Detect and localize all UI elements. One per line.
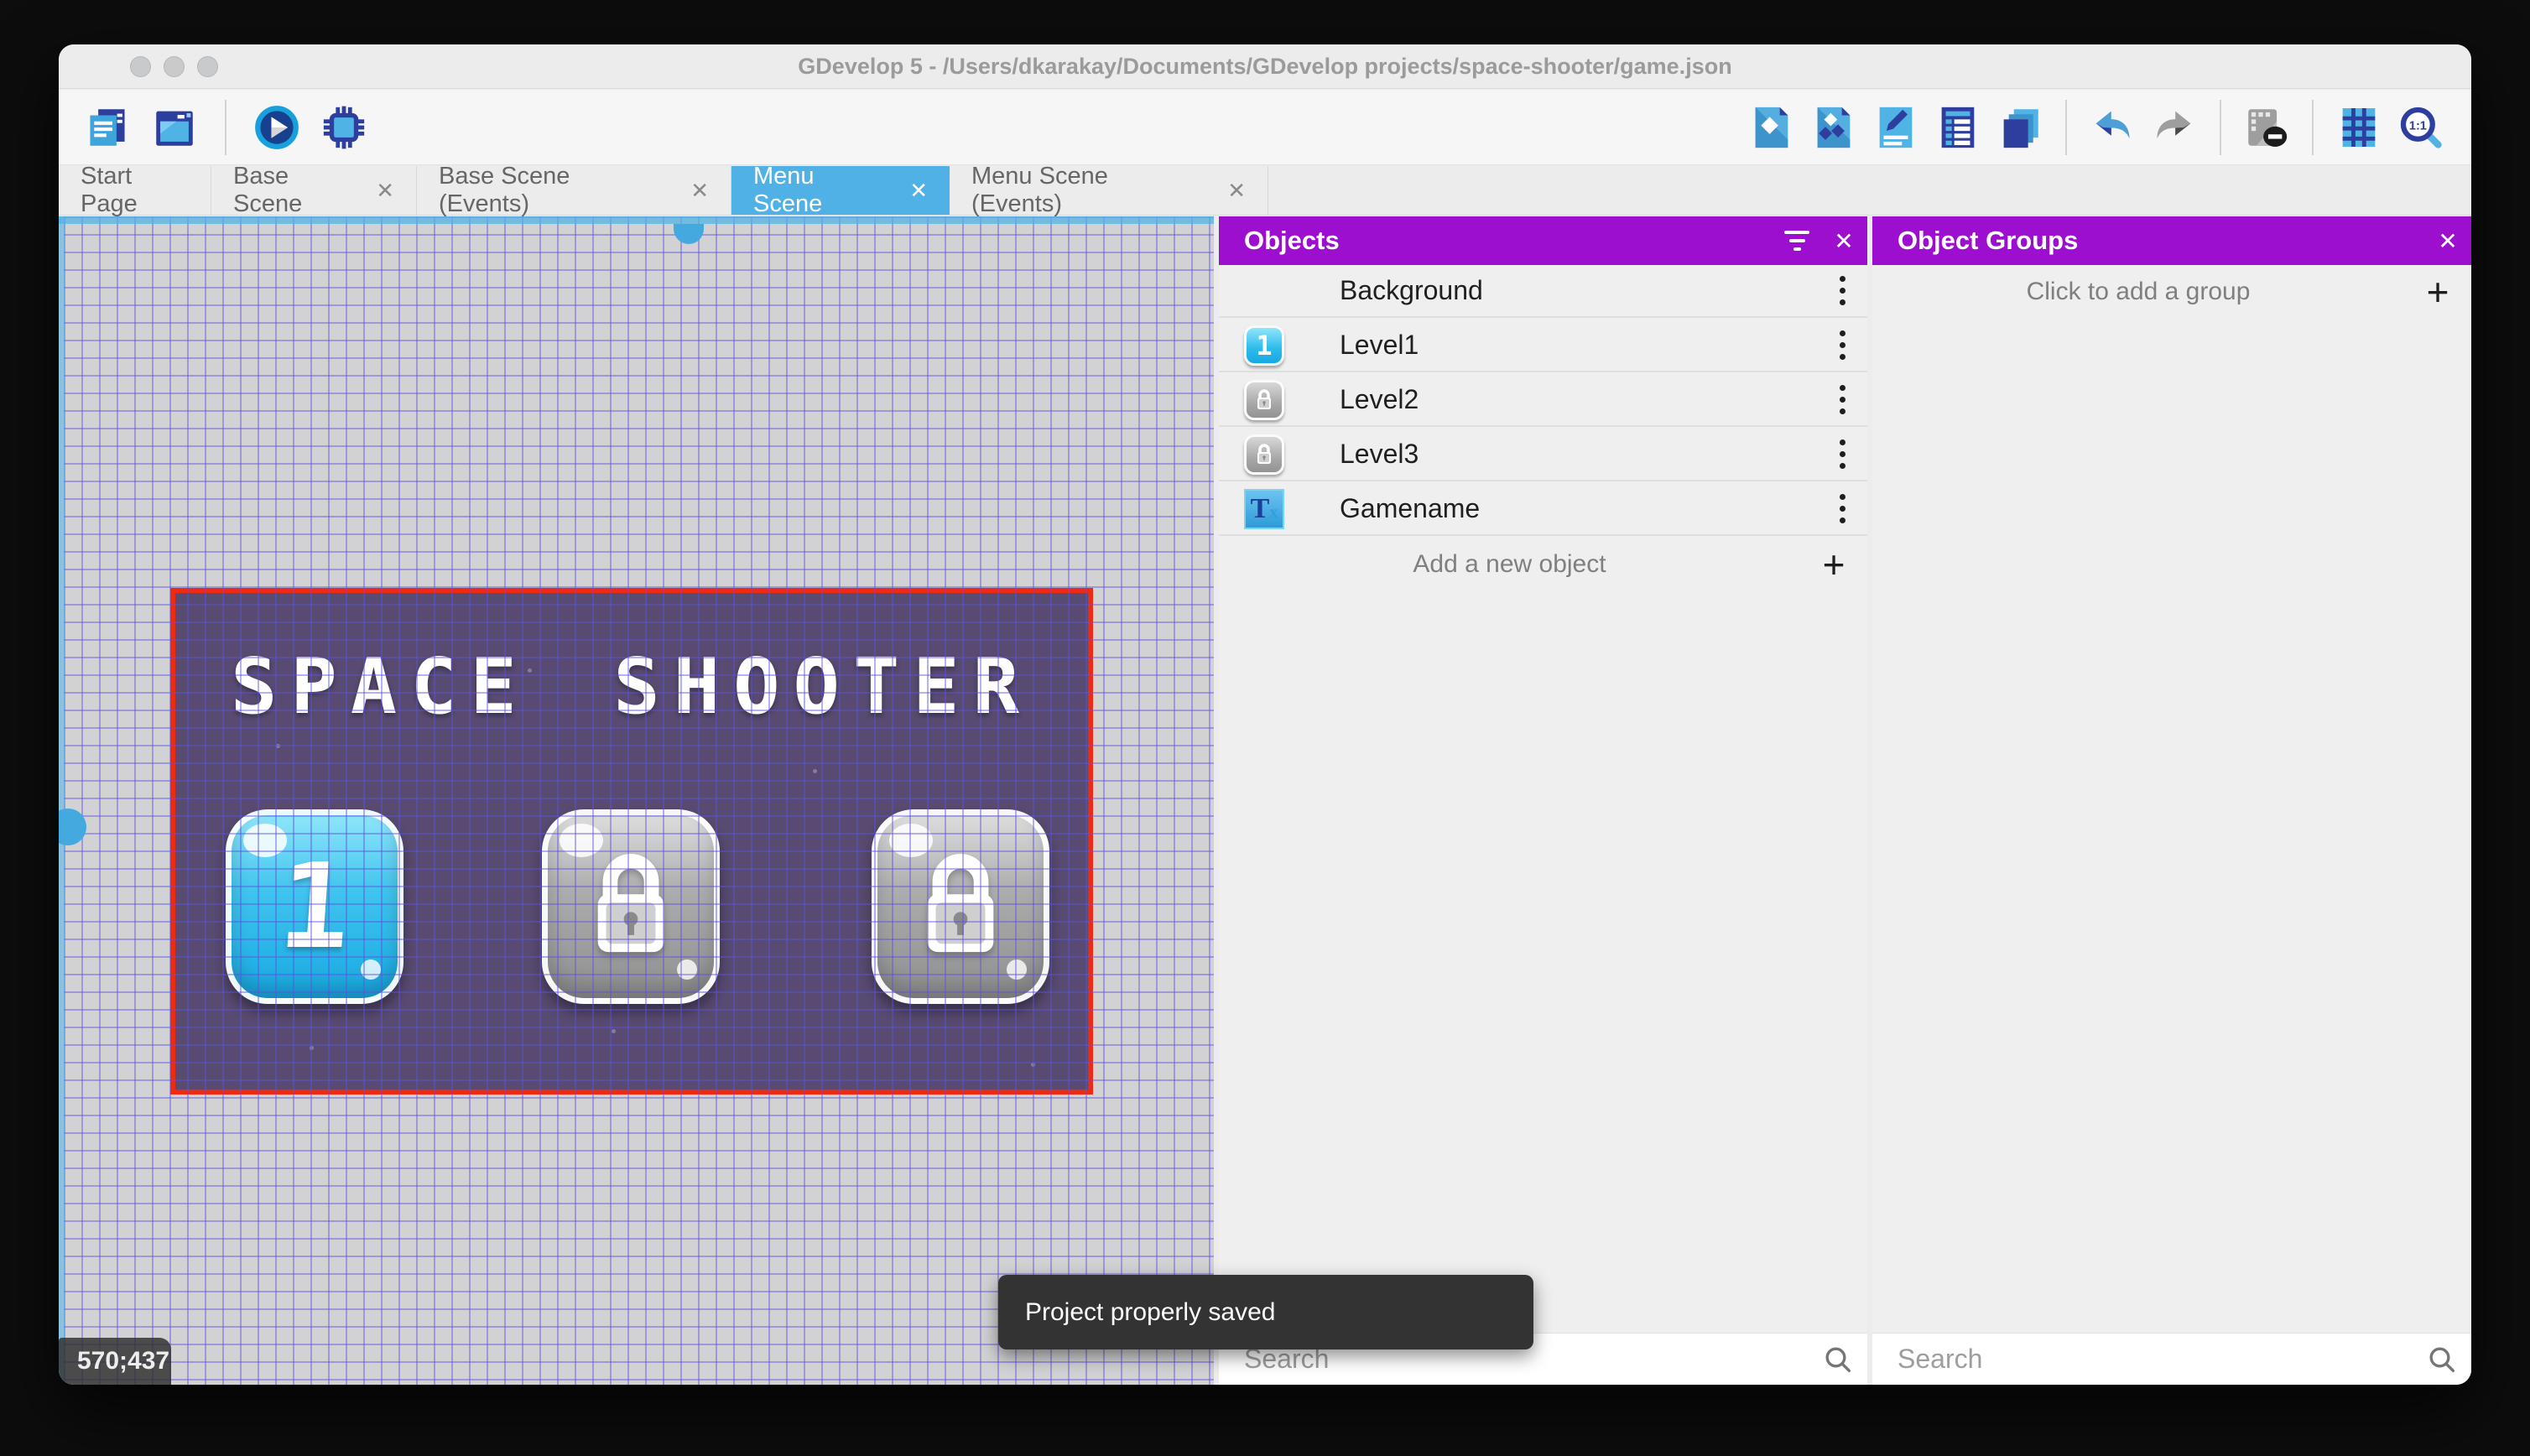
play-preview-icon[interactable] <box>252 101 302 154</box>
object-menu-icon[interactable] <box>1817 271 1867 311</box>
close-objects-panel-icon[interactable]: ✕ <box>1820 217 1867 264</box>
tab-label: Menu Scene (Events) <box>971 163 1108 217</box>
button-shine <box>243 824 287 857</box>
tab-label: Start Page <box>81 163 138 217</box>
object-row-background[interactable]: Background <box>1219 265 1867 318</box>
object-thumbnail <box>1244 434 1284 475</box>
vertical-scroll-thumb[interactable] <box>59 809 86 845</box>
vertical-scrollbar[interactable] <box>59 216 65 1385</box>
level2-button-locked[interactable] <box>542 809 720 1004</box>
level1-number: 1 <box>274 838 355 975</box>
close-tab-icon[interactable]: ✕ <box>909 178 928 204</box>
object-menu-icon[interactable] <box>1817 434 1867 475</box>
close-object-groups-panel-icon[interactable]: ✕ <box>2424 217 2471 264</box>
objects-panel-title: Objects <box>1244 226 1340 255</box>
tab-menu-scene[interactable]: Menu Scene ✕ <box>731 163 950 217</box>
lock-icon <box>597 854 664 953</box>
filter-icon[interactable] <box>1773 217 1820 264</box>
object-groups-panel-title: Object Groups <box>1898 226 2079 255</box>
tab-start-page[interactable]: Start Page <box>59 163 211 217</box>
object-row-level3[interactable]: Level3 <box>1219 429 1867 481</box>
undo-icon[interactable] <box>2087 101 2137 154</box>
add-object-label: Add a new object <box>1413 549 1606 578</box>
toolbar: 1:1 <box>59 90 2471 165</box>
add-object-row[interactable]: Add a new object + <box>1219 538 1867 590</box>
zoom-original-icon[interactable]: 1:1 <box>2396 101 2446 154</box>
edit-scene-properties-icon[interactable] <box>1871 101 1921 154</box>
toggle-window-mask-icon[interactable] <box>2241 101 2292 154</box>
objects-panel: Objects ✕ Background 1 Level1 Level2 Lev… <box>1219 216 1867 1385</box>
groups-search-input[interactable] <box>1898 1344 2413 1375</box>
tab-base-scene-events[interactable]: Base Scene (Events) ✕ <box>417 163 731 217</box>
search-icon[interactable] <box>2413 1343 2471 1376</box>
object-groups-panel-header: Object Groups ✕ <box>1872 216 2471 265</box>
tab-label: Menu Scene <box>753 163 823 217</box>
tab-base-scene[interactable]: Base Scene ✕ <box>211 163 417 217</box>
tab-bar: Start Page Base Scene ✕ Base Scene (Even… <box>59 163 2471 217</box>
object-menu-icon[interactable] <box>1817 489 1867 529</box>
object-name: Level1 <box>1340 330 1419 360</box>
layers-icon[interactable] <box>1995 101 2045 154</box>
tab-menu-scene-events[interactable]: Menu Scene (Events) ✕ <box>950 163 1268 217</box>
object-row-level2[interactable]: Level2 <box>1219 374 1867 427</box>
level3-button-locked[interactable] <box>872 809 1049 1004</box>
button-shine <box>361 959 381 980</box>
object-name: Level3 <box>1340 439 1419 469</box>
add-group-row[interactable]: Click to add a group + <box>1872 265 2471 319</box>
gdevelop-window: GDevelop 5 - /Users/dkarakay/Documents/G… <box>59 44 2471 1385</box>
close-tab-icon[interactable]: ✕ <box>1227 178 1246 204</box>
add-group-label: Click to add a group <box>2026 278 2251 305</box>
object-row-level1[interactable]: 1 Level1 <box>1219 320 1867 372</box>
object-menu-icon[interactable] <box>1817 380 1867 420</box>
plus-icon[interactable]: + <box>2404 269 2471 315</box>
objects-panel-header: Objects ✕ <box>1219 216 1867 265</box>
horizontal-scrollbar[interactable] <box>59 216 1214 224</box>
debug-icon[interactable] <box>319 101 369 154</box>
save-toast: Project properly saved <box>998 1275 1533 1349</box>
object-menu-icon[interactable] <box>1817 325 1867 366</box>
level1-button[interactable]: 1 <box>226 809 403 1004</box>
close-tab-icon[interactable]: ✕ <box>690 178 709 204</box>
object-groups-panel: Object Groups ✕ Click to add a group + <box>1872 216 2471 1385</box>
redo-icon[interactable] <box>2149 101 2199 154</box>
instances-list-icon[interactable] <box>1933 101 1983 154</box>
object-name: Background <box>1340 275 1483 305</box>
tab-label: Base Scene (Events) <box>439 163 570 217</box>
object-thumbnail: Tx <box>1244 488 1284 529</box>
close-tab-icon[interactable]: ✕ <box>376 178 394 204</box>
plus-icon[interactable]: + <box>1800 542 1867 587</box>
object-row-gamename[interactable]: Tx Gamename <box>1219 483 1867 536</box>
toggle-grid-icon[interactable] <box>2334 101 2384 154</box>
edit-object-groups-icon[interactable] <box>1809 101 1859 154</box>
window-title: GDevelop 5 - /Users/dkarakay/Documents/G… <box>798 54 1732 79</box>
lock-icon <box>1257 388 1271 409</box>
object-name: Gamename <box>1340 493 1481 523</box>
toolbar-separator <box>2220 100 2221 155</box>
cursor-coordinates: 570;437 <box>59 1338 171 1385</box>
scene-background-object[interactable]: SPACE SHOOTER 1 <box>170 588 1093 1095</box>
lock-icon <box>927 854 994 953</box>
horizontal-scroll-thumb[interactable] <box>674 224 704 244</box>
toolbar-separator <box>2312 100 2314 155</box>
groups-search-bar <box>1872 1333 2471 1385</box>
toolbar-separator <box>2065 100 2067 155</box>
scene-editor-canvas[interactable]: SPACE SHOOTER 1 570;437 <box>59 216 1214 1385</box>
search-icon[interactable] <box>1809 1343 1867 1376</box>
object-name: Level2 <box>1340 384 1419 414</box>
scene-title-text: SPACE SHOOTER <box>230 642 1033 731</box>
object-thumbnail: 1 <box>1244 325 1284 366</box>
add-object-icon[interactable] <box>1747 101 1797 154</box>
toolbar-separator <box>225 100 226 155</box>
lock-icon <box>1257 443 1271 464</box>
project-manager-icon[interactable] <box>82 101 133 154</box>
start-page-window-icon[interactable] <box>149 101 200 154</box>
object-thumbnail <box>1244 271 1284 311</box>
object-thumbnail <box>1244 379 1284 420</box>
toast-message: Project properly saved <box>1025 1297 1276 1326</box>
tab-label: Base Scene <box>233 163 303 217</box>
svg-text:1:1: 1:1 <box>2409 119 2427 133</box>
titlebar: GDevelop 5 - /Users/dkarakay/Documents/G… <box>59 44 2471 89</box>
